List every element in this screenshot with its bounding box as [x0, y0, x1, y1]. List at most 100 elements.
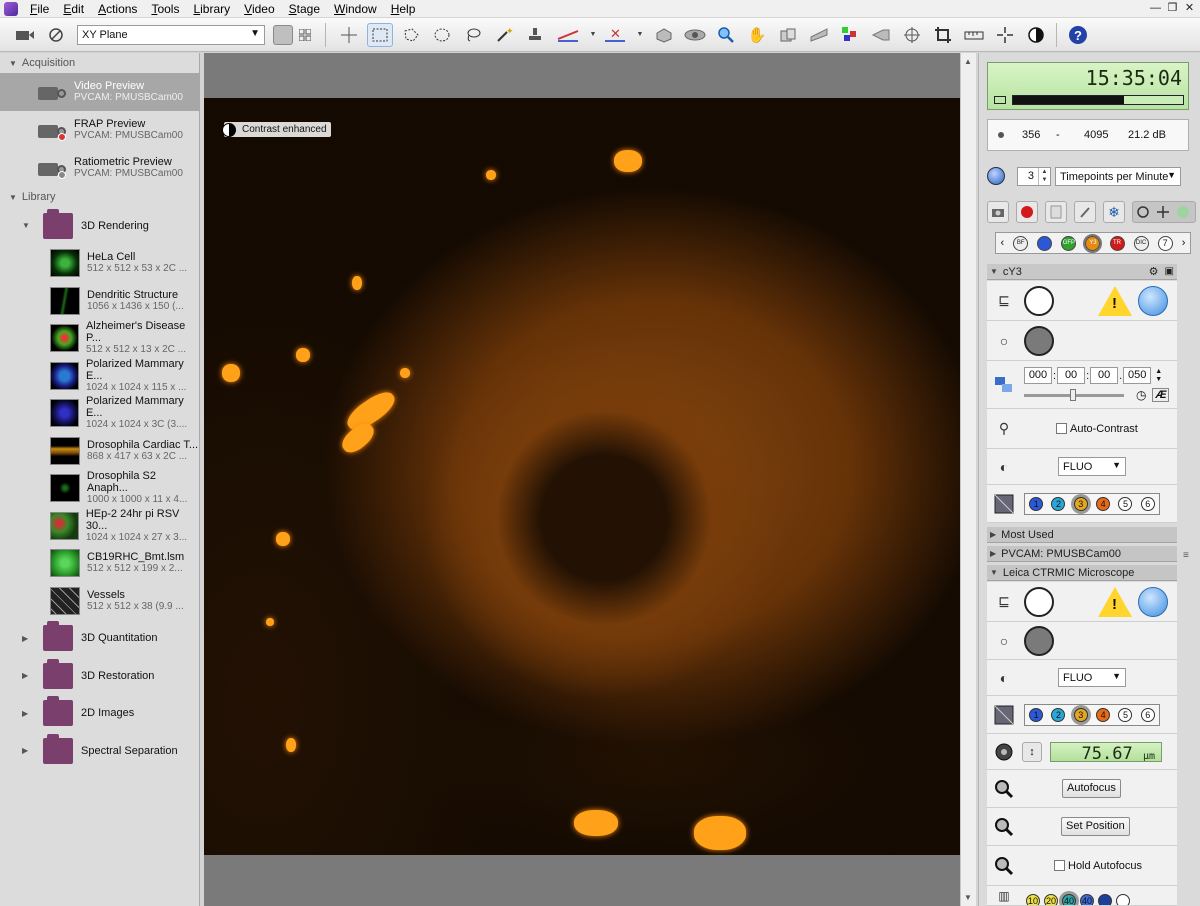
- stepper-arrows-icon[interactable]: ▲ ▼: [1038, 167, 1050, 185]
- line-tool-dropdown-icon[interactable]: ▼: [588, 23, 598, 47]
- library-item-polarized-mammary-2[interactable]: Polarized Mammary E... 1024 x 1024 x 3C (…: [0, 395, 199, 433]
- plane-select[interactable]: XY Plane ▼: [77, 24, 265, 45]
- channel-7[interactable]: 7: [1157, 235, 1173, 251]
- objective-10x[interactable]: 10: [1026, 893, 1040, 905]
- exposure-hours[interactable]: 000: [1024, 367, 1052, 384]
- chevron-right-icon[interactable]: ›: [1182, 237, 1186, 249]
- timelapse-icon[interactable]: [987, 167, 1005, 185]
- checkbox-box[interactable]: [1056, 422, 1067, 434]
- filter-position-3[interactable]: 3: [1073, 707, 1088, 722]
- channel-dic[interactable]: DIC: [1133, 235, 1149, 251]
- snapshot-camera-icon[interactable]: [987, 201, 1009, 223]
- crosshair-tool-icon[interactable]: [336, 23, 362, 47]
- most-used-header[interactable]: ▶ Most Used: [987, 527, 1177, 543]
- delete-measure-icon[interactable]: ✕: [600, 23, 630, 47]
- filter-position-1[interactable]: 1: [1029, 707, 1044, 722]
- eyepiece-toggle-icon[interactable]: [1138, 586, 1168, 617]
- channel-gfp[interactable]: GFP: [1061, 235, 1077, 251]
- fluo-select-1[interactable]: FLUO ▼: [1058, 457, 1126, 476]
- channel-bf[interactable]: BF: [1013, 235, 1029, 251]
- help-icon[interactable]: ?: [1065, 23, 1091, 47]
- library-item-drosophila-cardiac[interactable]: Drosophila Cardiac T... 868 x 417 x 63 x …: [0, 432, 199, 470]
- library-item-drosophila-s2[interactable]: Drosophila S2 Anaph... 1000 x 1000 x 11 x…: [0, 470, 199, 508]
- lamp-state-toggle[interactable]: [1024, 325, 1054, 356]
- filter-position-5[interactable]: 5: [1118, 707, 1133, 722]
- slider-thumb[interactable]: [1070, 388, 1076, 401]
- library-item-hela-cell[interactable]: HeLa Cell 512 x 512 x 53 x 2C ...: [0, 245, 199, 283]
- filter-position-4[interactable]: 4: [1096, 707, 1111, 722]
- leica-lamp-toggle[interactable]: [1024, 625, 1054, 656]
- center-point-icon[interactable]: [992, 23, 1018, 47]
- 3d-box-icon[interactable]: [651, 23, 677, 47]
- zoom-icon[interactable]: [713, 23, 739, 47]
- set-position-button[interactable]: Set Position: [1061, 817, 1130, 836]
- panel-grip-icon[interactable]: ≡: [1183, 550, 1189, 561]
- exposure-seconds[interactable]: 00: [1090, 367, 1119, 384]
- exposure-minutes[interactable]: 00: [1057, 367, 1086, 384]
- folder-3d-rendering[interactable]: ▼ 3D Rendering: [0, 207, 199, 245]
- record-icon[interactable]: [1016, 201, 1038, 223]
- filter-position-4[interactable]: 4: [1096, 496, 1111, 511]
- channel-cy3[interactable]: Y3: [1083, 233, 1103, 253]
- crop-icon[interactable]: [930, 23, 956, 47]
- menu-tools[interactable]: Tools: [144, 2, 186, 16]
- timepoint-unit-select[interactable]: Timepoints per Minute ▼: [1055, 166, 1181, 186]
- slab-icon[interactable]: [806, 23, 832, 47]
- filter-position-2[interactable]: 2: [1051, 707, 1066, 722]
- contrast-icon[interactable]: [1023, 23, 1049, 47]
- pvcam-header[interactable]: ▶ PVCAM: PMUSBCam00: [987, 546, 1177, 562]
- channel-blue[interactable]: [1037, 235, 1053, 251]
- acquisition-item-video-preview[interactable]: Video Preview PVCAM: PMUSBCam00: [0, 73, 199, 111]
- hold-autofocus-checkbox[interactable]: Hold Autofocus: [1054, 859, 1142, 872]
- brush-icon[interactable]: [1074, 201, 1096, 223]
- lasso-tool-icon[interactable]: [460, 23, 486, 47]
- channel-tr[interactable]: TR: [1109, 235, 1125, 251]
- menu-library[interactable]: Library: [186, 2, 237, 16]
- projection-icon[interactable]: [868, 23, 894, 47]
- ruler-icon[interactable]: [961, 23, 987, 47]
- cy3-section-header[interactable]: ▼ cY3 ⚙ ▣: [987, 264, 1177, 280]
- leica-shutter-toggle[interactable]: [1024, 586, 1054, 617]
- objective-20x[interactable]: 20: [1044, 893, 1058, 905]
- filter-position-6[interactable]: 6: [1140, 707, 1155, 722]
- camera-toggle-icon[interactable]: [12, 23, 38, 47]
- library-item-vessels[interactable]: Vessels 512 x 512 x 38 (9.9 ...: [0, 582, 199, 620]
- acquisition-item-frap-preview[interactable]: FRAP Preview PVCAM: PMUSBCam00: [0, 111, 199, 149]
- z-updown-icon[interactable]: ↕: [1022, 741, 1042, 762]
- grid-view-icon[interactable]: [295, 25, 315, 45]
- exposure-stepper-icon[interactable]: ▲ ▼: [1155, 368, 1162, 384]
- ellipse-select-icon[interactable]: [429, 23, 455, 47]
- settings-gear-icon[interactable]: ⚙: [1149, 265, 1159, 278]
- library-item-hep2[interactable]: HEp-2 24hr pi RSV 30... 1024 x 1024 x 27 …: [0, 507, 199, 545]
- filter-position-2[interactable]: 2: [1051, 496, 1066, 511]
- rectangle-select-icon[interactable]: [367, 22, 393, 47]
- focus-mode-toggle[interactable]: [1132, 201, 1196, 223]
- clock-icon[interactable]: ◷: [1136, 388, 1146, 402]
- menu-stage[interactable]: Stage: [282, 2, 327, 16]
- close-icon[interactable]: ✕: [1181, 0, 1198, 16]
- chevron-left-icon[interactable]: ‹: [1001, 237, 1005, 249]
- leica-header[interactable]: ▼ Leica CTRMIC Microscope: [987, 565, 1177, 581]
- target-icon[interactable]: [899, 23, 925, 47]
- save-disk-icon[interactable]: ▣: [1165, 266, 1174, 277]
- eyepiece-toggle-icon[interactable]: [1138, 285, 1168, 316]
- objective-40x[interactable]: 40: [1062, 893, 1076, 905]
- delete-measure-dropdown-icon[interactable]: ▼: [635, 23, 645, 47]
- menu-file[interactable]: File: [23, 2, 56, 16]
- menu-edit[interactable]: Edit: [56, 2, 91, 16]
- filmstrip-icon[interactable]: [1045, 201, 1067, 223]
- menu-window[interactable]: Window: [327, 2, 384, 16]
- library-section-header[interactable]: ▼ Library: [0, 187, 199, 207]
- objective-40x-b[interactable]: 40: [1080, 893, 1094, 905]
- pan-hand-icon[interactable]: ✋: [744, 23, 770, 47]
- library-item-alzheimers[interactable]: Alzheimer's Disease P... 512 x 512 x 13 x…: [0, 320, 199, 358]
- vertical-scrollbar[interactable]: ▲ ▼: [960, 53, 976, 906]
- auto-exposure-icon[interactable]: Æ: [1152, 388, 1170, 402]
- minimize-icon[interactable]: —: [1147, 0, 1164, 16]
- single-view-icon[interactable]: [273, 24, 293, 45]
- filter-position-1[interactable]: 1: [1029, 496, 1044, 511]
- objective-5[interactable]: [1098, 893, 1112, 905]
- snowflake-icon[interactable]: ❄: [1103, 201, 1125, 223]
- objective-6[interactable]: [1116, 893, 1130, 905]
- autofocus-button[interactable]: Autofocus: [1062, 779, 1121, 798]
